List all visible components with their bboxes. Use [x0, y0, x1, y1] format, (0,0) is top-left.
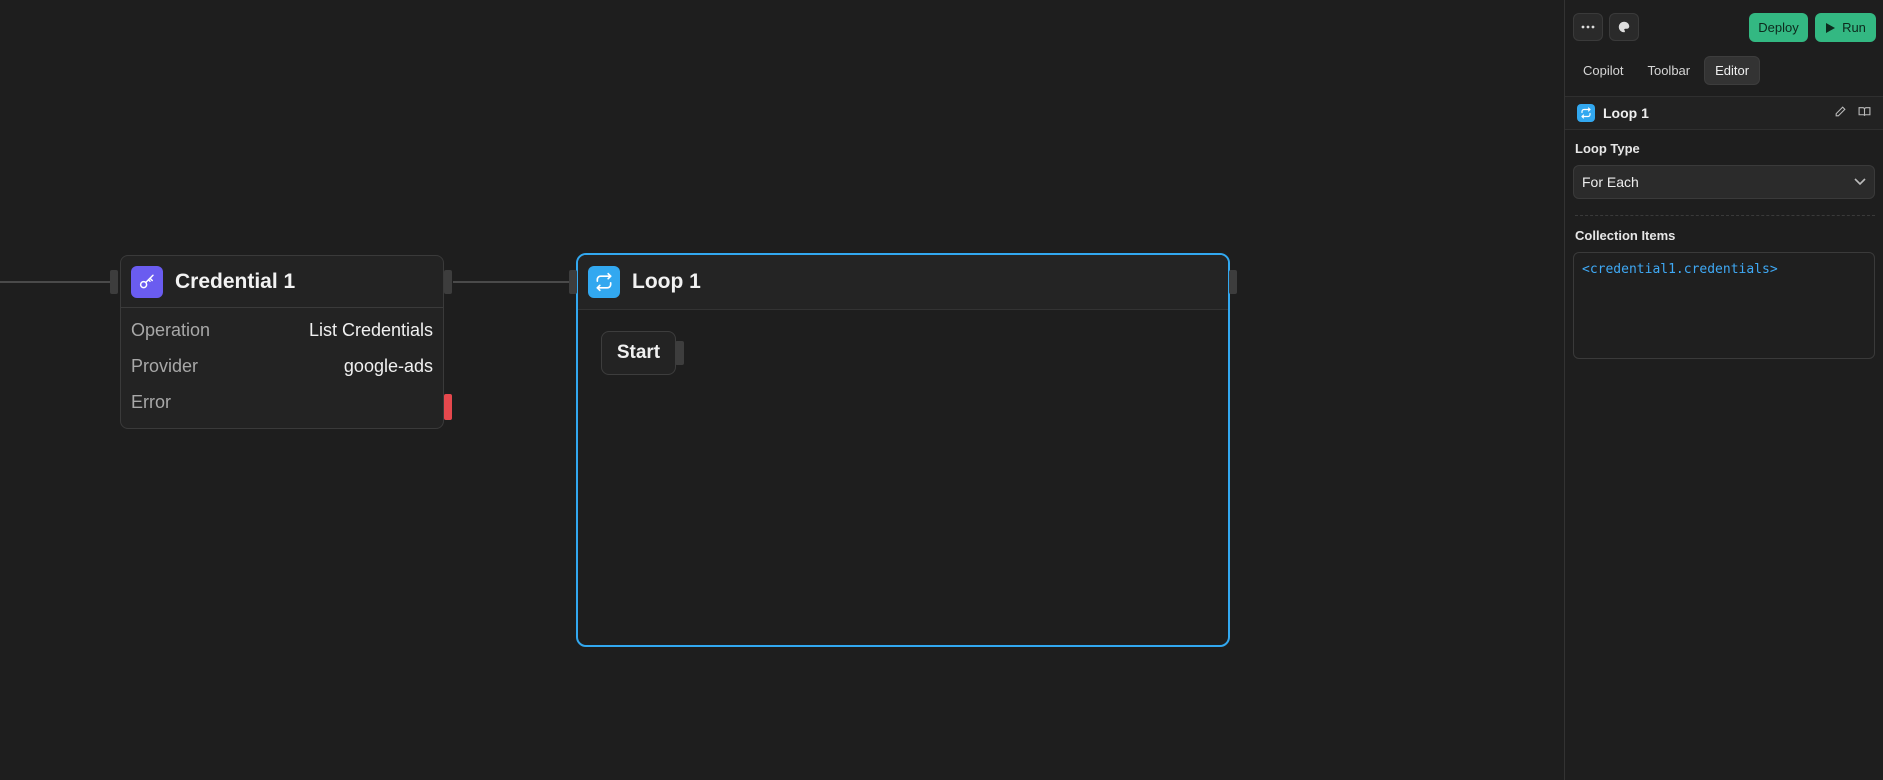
divider [1575, 215, 1875, 216]
credential-row-error: Error [121, 384, 443, 420]
loop-type-value: For Each [1582, 174, 1639, 190]
tab-copilot[interactable]: Copilot [1573, 56, 1633, 85]
pencil-icon[interactable] [1832, 105, 1848, 121]
side-panel: Deploy Run Copilot Toolbar Editor Loop 1… [1564, 0, 1883, 780]
loop-output-handle[interactable] [1229, 270, 1237, 294]
start-output-handle[interactable] [675, 341, 684, 365]
loop-input-handle[interactable] [569, 270, 577, 294]
palette-icon[interactable] [1609, 13, 1639, 41]
row-label: Operation [131, 319, 211, 340]
credential-row-provider: Provider google-ads [121, 348, 443, 384]
row-value: google-ads [343, 355, 433, 376]
row-label: Provider [131, 355, 199, 376]
credential-error-handle[interactable] [444, 394, 452, 420]
loop-icon [588, 266, 620, 298]
collection-items-label: Collection Items [1575, 228, 1676, 243]
start-label: Start [616, 342, 661, 363]
deploy-button[interactable]: Deploy [1749, 13, 1808, 42]
collection-items-input[interactable]: <credential1.credentials> [1573, 252, 1875, 359]
panel-tabs: Copilot Toolbar Editor [1573, 56, 1761, 85]
credential-to-loop-edge[interactable] [453, 281, 571, 283]
loop-block-header[interactable]: Loop 1 [578, 255, 1228, 310]
credential-block[interactable]: Credential 1 Operation List Credentials … [120, 255, 444, 429]
ellipsis-icon[interactable] [1573, 13, 1603, 41]
tab-toolbar[interactable]: Toolbar [1637, 56, 1700, 85]
credential-output-handle[interactable] [444, 270, 452, 294]
collection-items-value: <credential1.credentials> [1582, 262, 1778, 277]
incoming-edge[interactable] [0, 281, 112, 283]
loop-block[interactable]: Loop 1 Start [576, 253, 1230, 647]
run-button[interactable]: Run [1815, 13, 1876, 42]
chevron-down-icon [1854, 178, 1866, 186]
credential-block-title: Credential 1 [175, 269, 296, 293]
workflow-canvas[interactable]: Credential 1 Operation List Credentials … [0, 0, 1564, 780]
book-icon[interactable] [1856, 105, 1872, 121]
loop-type-select[interactable]: For Each [1573, 165, 1875, 199]
row-label: Error [131, 391, 171, 412]
panel-topbar: Deploy Run [1565, 0, 1883, 54]
play-icon [1826, 22, 1836, 33]
run-label: Run [1842, 20, 1866, 35]
loop-start-node[interactable]: Start [601, 331, 676, 375]
row-value: List Credentials [308, 319, 433, 340]
loop-block-title: Loop 1 [632, 270, 701, 293]
loop-icon [1577, 104, 1595, 122]
deploy-label: Deploy [1758, 20, 1799, 35]
loop-type-label: Loop Type [1575, 141, 1640, 156]
tab-editor[interactable]: Editor [1704, 56, 1761, 85]
key-icon [131, 265, 163, 298]
editor-header: Loop 1 [1565, 96, 1883, 130]
editor-block-title: Loop 1 [1603, 105, 1649, 121]
credential-row-operation: Operation List Credentials [121, 312, 443, 348]
credential-input-handle[interactable] [110, 270, 118, 294]
credential-block-header[interactable]: Credential 1 [121, 256, 443, 308]
